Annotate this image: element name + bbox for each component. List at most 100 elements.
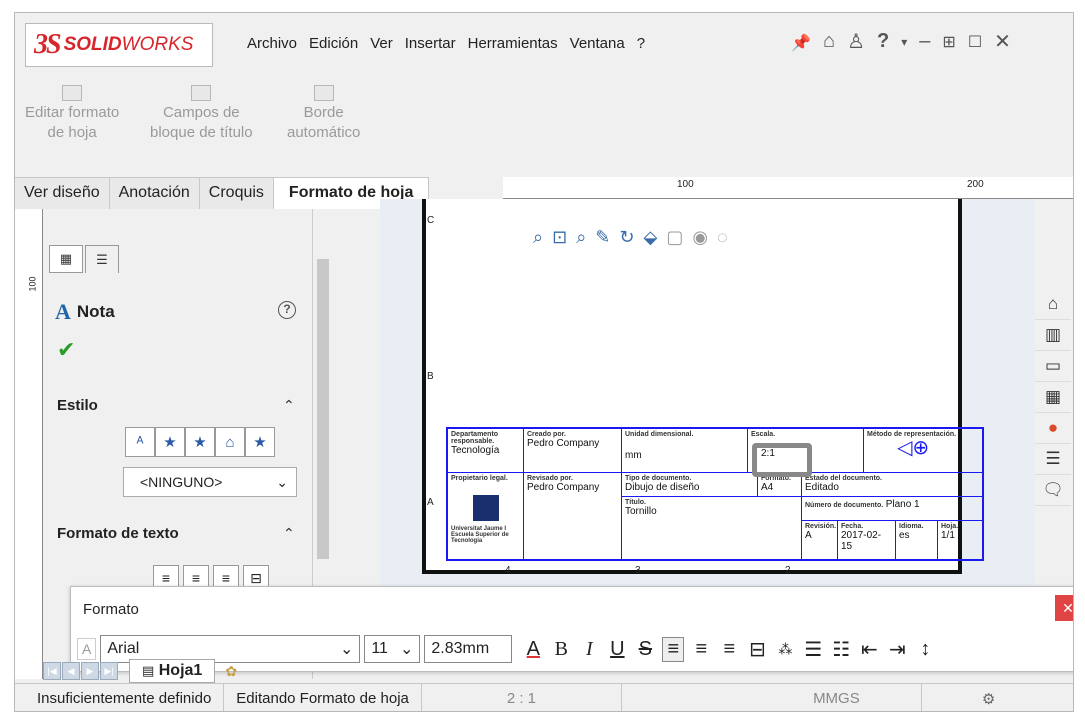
estado-cell[interactable]: Estado del documento. Editado — [802, 473, 982, 497]
style-section-title[interactable]: Estilo — [57, 397, 98, 414]
menu-ver[interactable]: Ver — [369, 35, 394, 52]
edit-sheet-format-button[interactable]: Editar formato de hoja — [25, 85, 119, 143]
pin-menu-icon[interactable]: 📌 — [791, 33, 811, 53]
close-icon[interactable]: ✕ — [994, 29, 1011, 54]
titulo-cell[interactable]: Título. Tornillo — [622, 497, 802, 559]
border-row-b: B — [427, 371, 434, 382]
fecha-cell[interactable]: Fecha. 2017-02-15 — [838, 521, 896, 559]
underline-icon[interactable]: U — [606, 638, 628, 661]
add-style-icon[interactable]: ★ — [155, 427, 185, 457]
bold-icon[interactable]: B — [550, 638, 572, 661]
bullets-icon[interactable]: ☰ — [802, 637, 824, 662]
rebuild-icon[interactable]: ⚙ — [982, 690, 995, 708]
menu-ventana[interactable]: Ventana — [569, 35, 626, 52]
maximize-icon[interactable]: ☐ — [968, 32, 982, 52]
last-sheet-icon[interactable]: ▶| — [100, 662, 118, 680]
strikethrough-icon[interactable]: S — [634, 638, 656, 661]
title-block[interactable]: Departamento responsable. Tecnología Cre… — [446, 427, 984, 561]
appearances-icon[interactable]: ● — [1035, 413, 1071, 444]
align-right-icon[interactable]: ≡ — [718, 638, 740, 661]
numero-cell[interactable]: Número de documento. Plano 1 — [802, 497, 982, 521]
display-style-icon[interactable]: ▢ — [666, 227, 683, 248]
status-scale[interactable]: 2 : 1 — [422, 684, 622, 711]
menu-insertar[interactable]: Insertar — [404, 35, 457, 52]
increase-indent-icon[interactable]: ⇥ — [886, 637, 908, 662]
view-palette-icon[interactable]: ▦ — [1035, 382, 1071, 413]
menu-help[interactable]: ? — [636, 35, 646, 52]
align-left-icon[interactable]: ≡ — [662, 636, 685, 662]
zoom-to-fit-icon[interactable]: ⌕ — [533, 227, 543, 248]
title-block-fields-button[interactable]: Campos de bloque de título — [150, 85, 253, 143]
menu-edicion[interactable]: Edición — [308, 35, 359, 52]
departamento-cell[interactable]: Departamento responsable. Tecnología — [448, 429, 524, 473]
user-icon[interactable]: ♙ — [847, 29, 865, 54]
chevron-up-icon[interactable]: ⌃ — [283, 525, 295, 542]
solidworks-logo[interactable]: 3S SOLIDWORKS — [25, 23, 213, 67]
chevron-down-icon[interactable]: ▾ — [901, 35, 907, 49]
menu-herramientas[interactable]: Herramientas — [467, 35, 559, 52]
sheet-tab-hoja1[interactable]: ▤ Hoja1 — [129, 659, 216, 683]
hoja-cell[interactable]: Hoja. 1/1 — [938, 521, 982, 559]
ok-check-icon[interactable]: ✔ — [57, 337, 75, 363]
forum-icon[interactable]: 🗨 — [1035, 475, 1071, 506]
help-icon[interactable]: ? — [278, 301, 296, 319]
tab-ver-diseno[interactable]: Ver diseño — [15, 177, 110, 209]
unidad-cell[interactable]: Unidad dimensional. mm — [622, 429, 748, 473]
scroll-thumb[interactable] — [317, 259, 329, 559]
minimize-icon[interactable]: – — [919, 30, 930, 53]
line-spacing-icon[interactable]: ↕ — [914, 638, 936, 661]
close-icon[interactable]: ✕ — [1055, 595, 1073, 621]
style-icons: ᴬ ★ ★ ⌂ ★ — [125, 427, 275, 457]
menu-archivo[interactable]: Archivo — [246, 35, 298, 52]
zoom-area-icon[interactable]: ⊡ — [552, 227, 567, 248]
restore-icon[interactable]: ⊞ — [942, 32, 955, 52]
rotate-icon[interactable]: ↻ — [619, 227, 634, 248]
feature-manager-tab-icon[interactable]: ▦ — [49, 245, 83, 273]
numbering-icon[interactable]: ☷ — [830, 637, 852, 662]
status-definition: Insuficientemente definido — [15, 684, 225, 711]
home-icon[interactable]: ⌂ — [823, 30, 835, 53]
load-style-icon[interactable]: ★ — [245, 427, 275, 457]
apply-default-style-icon[interactable]: ᴬ — [125, 427, 155, 457]
fit-text-icon[interactable]: ⊟ — [746, 637, 768, 662]
delete-style-icon[interactable]: ★ — [185, 427, 215, 457]
italic-icon[interactable]: I — [578, 638, 600, 661]
file-explorer-icon[interactable]: ▭ — [1035, 351, 1071, 382]
zoom-in-out-icon[interactable]: ⌕ — [576, 227, 586, 248]
brand-works: WORKS — [121, 34, 194, 55]
font-color-icon[interactable]: A — [522, 638, 544, 661]
text-style-icon[interactable]: A — [77, 638, 97, 660]
tab-croquis[interactable]: Croquis — [199, 177, 274, 209]
view-orientation-icon[interactable]: ⬙ — [643, 227, 657, 248]
revisado-cell[interactable]: Revisado por. Pedro Company — [524, 473, 622, 559]
decrease-indent-icon[interactable]: ⇤ — [858, 637, 880, 662]
chevron-up-icon[interactable]: ⌃ — [283, 397, 295, 414]
custom-properties-icon[interactable]: ☰ — [1035, 444, 1071, 475]
tab-anotacion[interactable]: Anotación — [109, 177, 200, 209]
title-bar: 3S SOLIDWORKS Archivo Edición Ver Insert… — [15, 13, 1073, 73]
text-format-section-title[interactable]: Formato de texto — [57, 525, 179, 542]
property-manager-tab-icon[interactable]: ☰ — [85, 245, 119, 273]
status-units[interactable]: MMGS — [752, 684, 922, 711]
style-dropdown[interactable]: <NINGUNO> ⌄ — [123, 467, 297, 497]
hide-show-icon[interactable]: ◉ — [692, 227, 708, 248]
stack-icon[interactable]: ⁂ — [774, 641, 796, 658]
creado-cell[interactable]: Creado por. Pedro Company — [524, 429, 622, 473]
previous-sheet-icon[interactable]: ◀ — [62, 662, 80, 680]
tipo-cell[interactable]: Tipo de documento. Dibujo de diseño — [622, 473, 758, 497]
home-icon[interactable]: ⌂ — [1035, 289, 1071, 320]
auto-border-button[interactable]: Borde automático — [287, 85, 360, 143]
next-sheet-icon[interactable]: ▶ — [81, 662, 99, 680]
idioma-cell[interactable]: Idioma. es — [896, 521, 938, 559]
revision-cell[interactable]: Revisión. A — [802, 521, 838, 559]
first-sheet-icon[interactable]: |◀ — [43, 662, 61, 680]
pan-icon[interactable]: ✎ — [595, 227, 610, 248]
align-center-icon[interactable]: ≡ — [690, 638, 712, 661]
metodo-cell[interactable]: Método de representación. ◁⊕ — [864, 429, 982, 473]
save-style-icon[interactable]: ⌂ — [215, 427, 245, 457]
font-height-input[interactable]: 2.83mm — [424, 635, 513, 663]
design-library-icon[interactable]: ▥ — [1035, 320, 1071, 351]
help-icon[interactable]: ? — [877, 30, 889, 53]
appearance-icon[interactable]: ◌ — [717, 227, 728, 248]
add-sheet-icon[interactable]: ✿ — [225, 663, 237, 680]
